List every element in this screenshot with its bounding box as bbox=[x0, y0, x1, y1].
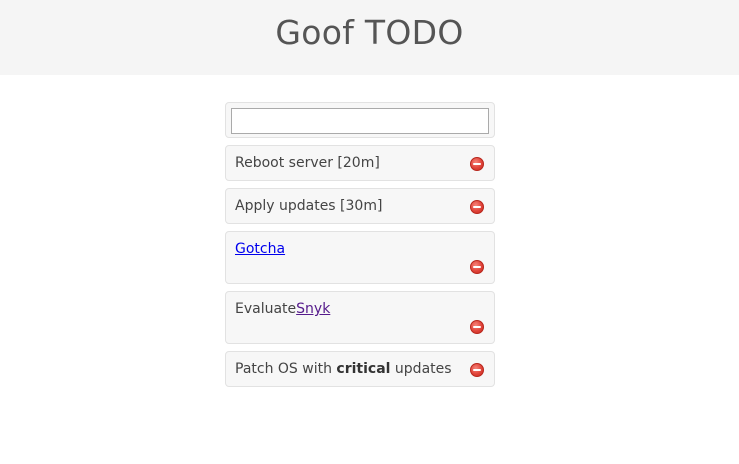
delete-icon[interactable] bbox=[470, 260, 484, 274]
todo-text: updates bbox=[390, 361, 452, 377]
app-title: Goof TODO bbox=[275, 13, 464, 52]
todo-text: Evaluate bbox=[235, 301, 297, 317]
delete-icon[interactable] bbox=[470, 320, 484, 334]
todo-item: Gotcha bbox=[225, 231, 495, 284]
todo-item: Reboot server [20m] bbox=[225, 145, 495, 181]
todo-list: Reboot server [20m] Apply updates [30m] … bbox=[225, 102, 495, 394]
todo-item: EvaluateSnyk bbox=[225, 291, 495, 344]
todo-link-gotcha[interactable]: Gotcha bbox=[235, 241, 285, 257]
todo-text: Patch OS with bbox=[235, 361, 337, 377]
todo-text: Reboot server [20m] bbox=[235, 155, 380, 171]
app-header: Goof TODO bbox=[0, 0, 739, 75]
delete-icon[interactable] bbox=[470, 157, 484, 171]
new-todo-input[interactable] bbox=[231, 108, 489, 134]
delete-icon[interactable] bbox=[470, 363, 484, 377]
todo-text: Apply updates [30m] bbox=[235, 198, 383, 214]
todo-item: Patch OS with critical updates bbox=[225, 351, 495, 387]
delete-icon[interactable] bbox=[470, 200, 484, 214]
new-todo-form bbox=[225, 102, 495, 138]
todo-text-bold: critical bbox=[336, 361, 391, 377]
todo-item: Apply updates [30m] bbox=[225, 188, 495, 224]
todo-link-snyk[interactable]: Snyk bbox=[296, 301, 330, 317]
